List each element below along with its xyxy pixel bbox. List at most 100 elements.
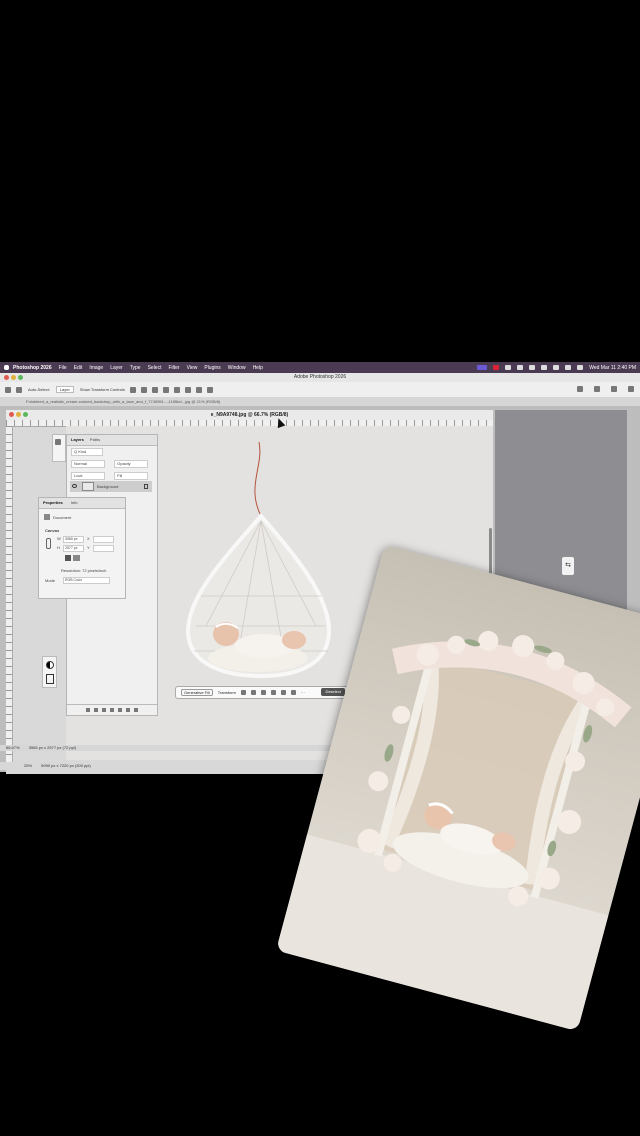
menu-select[interactable]: Select [148, 365, 162, 371]
quick-mask-icon[interactable] [46, 674, 54, 684]
battery-icon[interactable] [541, 365, 548, 370]
search-ps-icon[interactable] [594, 386, 600, 392]
opacity-field[interactable]: Opacity [114, 460, 149, 468]
visibility-eye-icon[interactable] [72, 484, 77, 488]
apple-icon[interactable] [4, 365, 9, 370]
portrait-icon[interactable] [65, 555, 71, 561]
workspace-icon[interactable] [611, 386, 617, 392]
menu-window[interactable]: Window [228, 365, 246, 371]
align-right-icon[interactable] [151, 386, 158, 393]
lock-icon[interactable] [144, 484, 148, 489]
transform-button[interactable]: Transform [218, 690, 236, 695]
generative-fill-button[interactable]: Generative Fill [181, 689, 213, 696]
adjustment-layer-icon[interactable] [110, 708, 114, 712]
tab-info[interactable]: Info [71, 500, 78, 506]
layer-style-icon[interactable] [94, 708, 98, 712]
mask-icon[interactable] [270, 690, 276, 695]
height-field[interactable]: 2577 px [63, 545, 84, 552]
layers-toggle-icon[interactable] [55, 439, 61, 445]
auto-select-dropdown[interactable]: Layer [55, 386, 74, 393]
zoom-window-icon[interactable] [18, 375, 23, 380]
menu-image[interactable]: Image [89, 365, 103, 371]
document-dimensions: 3965 px x 2577 px (72 ppi) [28, 745, 77, 750]
brush-icon[interactable] [240, 690, 246, 695]
contextual-taskbar: Generative Fill Transform ··· Deselect [175, 686, 349, 699]
notifications-icon[interactable] [628, 386, 634, 392]
more-options-icon[interactable] [195, 386, 202, 393]
document-tab-bar: Fotobleed_a_realistic_cream-colored_back… [0, 397, 640, 406]
auto-select-label[interactable]: Auto-Select: [28, 387, 50, 392]
menu-edit[interactable]: Edit [74, 365, 83, 371]
deselect-button[interactable]: Deselect [321, 688, 345, 696]
panel-expand-icon[interactable]: ⇆ [562, 557, 574, 575]
close-window-icon[interactable] [4, 375, 9, 380]
zoom-level[interactable]: 66.67% [6, 745, 20, 750]
fill-field[interactable]: Fill [114, 472, 149, 480]
invert-selection-icon[interactable] [250, 690, 256, 695]
x-field[interactable] [93, 536, 114, 543]
tab-paths[interactable]: Paths [90, 437, 100, 443]
doc-close-icon[interactable] [9, 412, 14, 417]
x-label: X [87, 536, 90, 541]
doc-minimize-icon[interactable] [16, 412, 21, 417]
minimize-window-icon[interactable] [11, 375, 16, 380]
status-icon-3[interactable] [529, 365, 536, 370]
landscape-icon[interactable] [73, 555, 80, 561]
window-title: Adobe Photoshop 2026 [293, 374, 347, 380]
document-tab[interactable]: Fotobleed_a_realistic_cream-colored_back… [26, 399, 220, 404]
status-icon-1[interactable] [505, 365, 512, 370]
link-layers-icon[interactable] [86, 708, 90, 712]
show-transform-checkbox[interactable]: Show Transform Controls [80, 387, 125, 392]
align-top-icon[interactable] [162, 386, 169, 393]
y-field[interactable] [93, 545, 114, 552]
mode-select[interactable]: RGB Color [63, 577, 110, 584]
menu-type[interactable]: Type [130, 365, 141, 371]
status-icon-2[interactable] [517, 365, 524, 370]
vertical-ruler[interactable] [6, 426, 13, 766]
menu-filter[interactable]: Filter [168, 365, 179, 371]
move-tool-icon[interactable] [16, 386, 22, 393]
adjust-icon[interactable] [290, 690, 296, 695]
layer-name[interactable]: Background [97, 481, 118, 492]
add-mask-icon[interactable] [102, 708, 106, 712]
align-left-icon[interactable] [129, 386, 136, 393]
crop-icon[interactable] [260, 690, 266, 695]
screen-record-icon[interactable] [477, 365, 488, 370]
menu-file[interactable]: File [59, 365, 67, 371]
document-title-bar: e_N9A9748.jpg @ 66.7% (RGB/8) [6, 410, 493, 420]
link-dimensions-icon[interactable] [46, 538, 51, 549]
settings-icon[interactable] [206, 386, 213, 393]
tools-panel-collapsed[interactable] [52, 434, 66, 462]
menu-help[interactable]: Help [253, 365, 263, 371]
canvas-section-label[interactable]: Canvas [45, 528, 59, 533]
menubar-clock[interactable]: Wed Mar 11 2:40 PM [589, 365, 636, 371]
doc-zoom-icon[interactable] [23, 412, 28, 417]
align-bottom-icon[interactable] [184, 386, 191, 393]
more-icon[interactable]: ··· [301, 690, 305, 695]
delete-layer-icon[interactable] [134, 708, 138, 712]
fill-icon[interactable] [280, 690, 286, 695]
align-center-icon[interactable] [140, 386, 147, 393]
window-titlebar: Adobe Photoshop 2026 [0, 373, 640, 382]
search-icon[interactable] [565, 365, 572, 370]
menu-plugins[interactable]: Plugins [204, 365, 220, 371]
tab-properties[interactable]: Properties [43, 500, 63, 506]
new-group-icon[interactable] [118, 708, 122, 712]
menu-layer[interactable]: Layer [110, 365, 123, 371]
bg-zoom-level[interactable]: 25% [24, 763, 32, 768]
control-center-icon[interactable] [577, 365, 584, 370]
share-icon[interactable] [577, 386, 583, 392]
new-layer-icon[interactable] [126, 708, 130, 712]
blend-mode-select[interactable]: Normal [71, 460, 105, 468]
menu-app[interactable]: Photoshop 2026 [13, 365, 52, 371]
layer-kind-filter[interactable]: Q Kind [71, 448, 103, 456]
menu-view[interactable]: View [187, 365, 198, 371]
app-status-icon[interactable] [493, 365, 500, 370]
color-swatch-icon[interactable] [46, 661, 54, 669]
tab-layers[interactable]: Layers [71, 437, 84, 443]
wifi-icon[interactable] [553, 365, 560, 370]
home-icon[interactable] [5, 386, 11, 393]
width-field[interactable]: 3965 px [63, 536, 84, 543]
align-middle-icon[interactable] [173, 386, 180, 393]
layer-row-background[interactable]: Background [70, 481, 152, 492]
